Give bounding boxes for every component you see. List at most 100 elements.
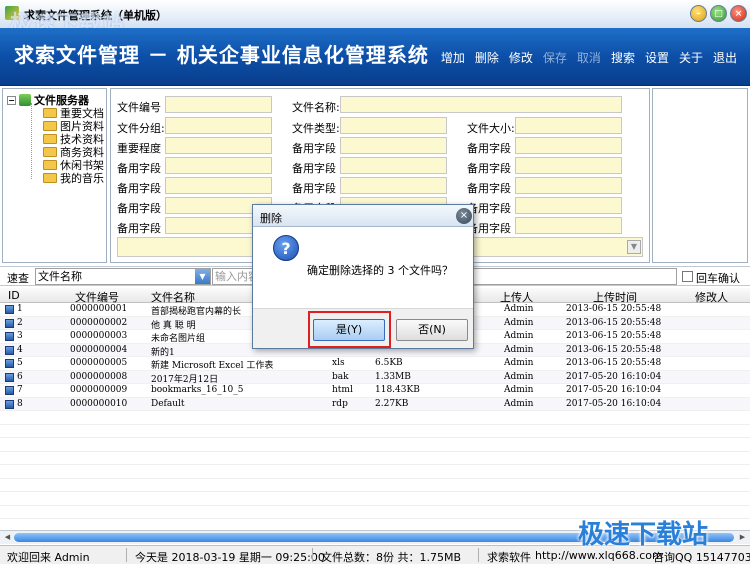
empty-row (0, 411, 750, 425)
search-button[interactable]: 搜索 (606, 48, 640, 68)
cell-file-no: 0000000005 (70, 358, 128, 368)
file-no-label: 文件编号 (117, 101, 161, 114)
yes-button[interactable]: 是(Y) (313, 319, 385, 341)
file-size-label: 文件大小: (467, 122, 515, 135)
file-group-field[interactable] (165, 117, 272, 134)
dialog-title: 删除 (260, 212, 282, 225)
cell-id: 6 (17, 371, 23, 382)
settings-button[interactable]: 设置 (640, 48, 674, 68)
cell-file-type: rdp (332, 398, 348, 409)
reserved-field[interactable] (165, 157, 272, 174)
file-type-label: 文件类型: (292, 122, 340, 135)
reserved-field[interactable] (340, 177, 447, 194)
status-divider (312, 548, 313, 562)
dialog-close-icon[interactable]: × (456, 208, 472, 224)
cell-file-type: xls (332, 358, 345, 368)
file-name-label: 文件名称: (292, 101, 340, 114)
cell-file-size: 118.43KB (375, 385, 420, 395)
reserved-label: 备用字段 (117, 202, 161, 215)
column-header-id[interactable]: ID (8, 289, 20, 302)
scroll-right-icon[interactable]: ▶ (737, 532, 748, 543)
importance-field[interactable] (165, 137, 272, 154)
chevron-down-icon[interactable]: ▼ (195, 269, 210, 284)
cell-id: 4 (17, 344, 23, 355)
reserved-field[interactable] (515, 197, 622, 214)
cell-uploader: Admin (504, 344, 534, 355)
empty-row (0, 479, 750, 492)
table-row[interactable]: 6 0000000008 2017年2月12日 bak 1.33MB Admin 2017-… (0, 370, 750, 385)
cell-id: 1 (17, 304, 23, 314)
empty-row (0, 452, 750, 465)
folder-tree: − 文件服务器 重要文档 图片资料 技术资料 商务资料 休闲书架 我的音乐 (2, 88, 107, 263)
cell-file-name: 他 真 聪 明 (151, 320, 196, 331)
cell-file-size: 2.27KB (375, 398, 409, 409)
about-button[interactable]: 关于 (674, 48, 708, 68)
reserved-field[interactable] (515, 137, 622, 154)
cell-id: 5 (17, 358, 23, 368)
file-icon (5, 386, 14, 395)
cell-file-no: 0000000009 (70, 385, 128, 395)
minimize-button[interactable]: – (690, 5, 707, 22)
table-row[interactable]: 5 0000000005 新建 Microsoft Excel 工作表 xls 6.5K… (0, 357, 750, 371)
collapse-icon[interactable]: − (7, 95, 16, 105)
scroll-down-icon[interactable]: ▼ (627, 240, 641, 254)
reserved-field[interactable] (340, 137, 447, 154)
cell-id: 7 (17, 385, 23, 395)
reserved-field[interactable] (165, 177, 272, 194)
table-row[interactable]: 7 0000000009 bookmarks_16_10_5 html 118.43KB… (0, 384, 750, 398)
file-icon (5, 399, 14, 409)
folder-icon (43, 108, 57, 118)
file-size-field[interactable] (515, 117, 622, 134)
enter-confirm-label: 回车确认 (696, 272, 740, 285)
cell-file-no: 0000000010 (70, 398, 128, 409)
cell-file-name: 首部揭秘跑官内幕的长 (151, 307, 242, 317)
cell-file-no: 0000000002 (70, 317, 128, 328)
empty-row (0, 438, 750, 452)
status-welcome: 欢迎回来 Admin (7, 551, 90, 564)
folder-icon (43, 173, 57, 183)
enter-confirm-checkbox[interactable] (682, 271, 693, 282)
quick-search-label: 速查 (7, 272, 29, 285)
importance-label: 重要程度 (117, 142, 161, 155)
file-type-field[interactable] (340, 117, 447, 134)
file-no-field[interactable] (165, 96, 272, 113)
cell-file-type: bak (332, 371, 349, 382)
reserved-label: 备用字段 (117, 222, 161, 235)
file-icon (5, 345, 14, 355)
exit-button[interactable]: 退出 (708, 48, 742, 68)
cancel-button[interactable]: 取消 (572, 48, 606, 68)
status-date: 今天是 2018-03-19 星期一 09:25:00 (135, 551, 325, 564)
search-field-select[interactable]: 文件名称 ▼ (35, 268, 211, 285)
maximize-button[interactable]: □ (710, 5, 727, 22)
reserved-field[interactable] (515, 217, 622, 234)
status-qq: 咨询QQ 151477039 (653, 551, 750, 564)
file-name-field[interactable] (340, 96, 622, 113)
folder-icon (43, 147, 57, 157)
cell-upload-time: 2013-06-15 20:55:48 (566, 331, 662, 341)
search-field-value: 文件名称 (38, 270, 82, 283)
reserved-field[interactable] (515, 177, 622, 194)
cell-uploader: Admin (504, 358, 534, 368)
tree-item-music[interactable]: 我的音乐 (43, 170, 104, 186)
file-icon (5, 332, 14, 341)
reserved-field[interactable] (340, 157, 447, 174)
cell-upload-time: 2017-05-20 16:10:04 (566, 385, 662, 395)
edit-button[interactable]: 修改 (504, 48, 538, 68)
save-button[interactable]: 保存 (538, 48, 572, 68)
file-icon (5, 372, 14, 382)
cell-file-type: html (332, 385, 353, 395)
reserved-field[interactable] (515, 157, 622, 174)
status-divider (478, 548, 479, 562)
banner-title: 求索文件管理 － 机关企事业信息化管理系统 (14, 43, 429, 67)
scroll-left-icon[interactable]: ◀ (2, 532, 13, 543)
question-icon: ? (273, 235, 299, 261)
table-row[interactable]: 8 0000000010 Default rdp 2.27KB Admin 2017-05-… (0, 397, 750, 411)
folder-icon (43, 134, 57, 144)
add-button[interactable]: 增加 (436, 48, 470, 68)
file-icon (5, 359, 14, 368)
close-button[interactable]: × (730, 5, 747, 22)
cell-file-name: 新建 Microsoft Excel 工作表 (151, 361, 274, 371)
no-button[interactable]: 否(N) (396, 319, 468, 341)
delete-button[interactable]: 删除 (470, 48, 504, 68)
cell-uploader: Admin (504, 398, 534, 409)
